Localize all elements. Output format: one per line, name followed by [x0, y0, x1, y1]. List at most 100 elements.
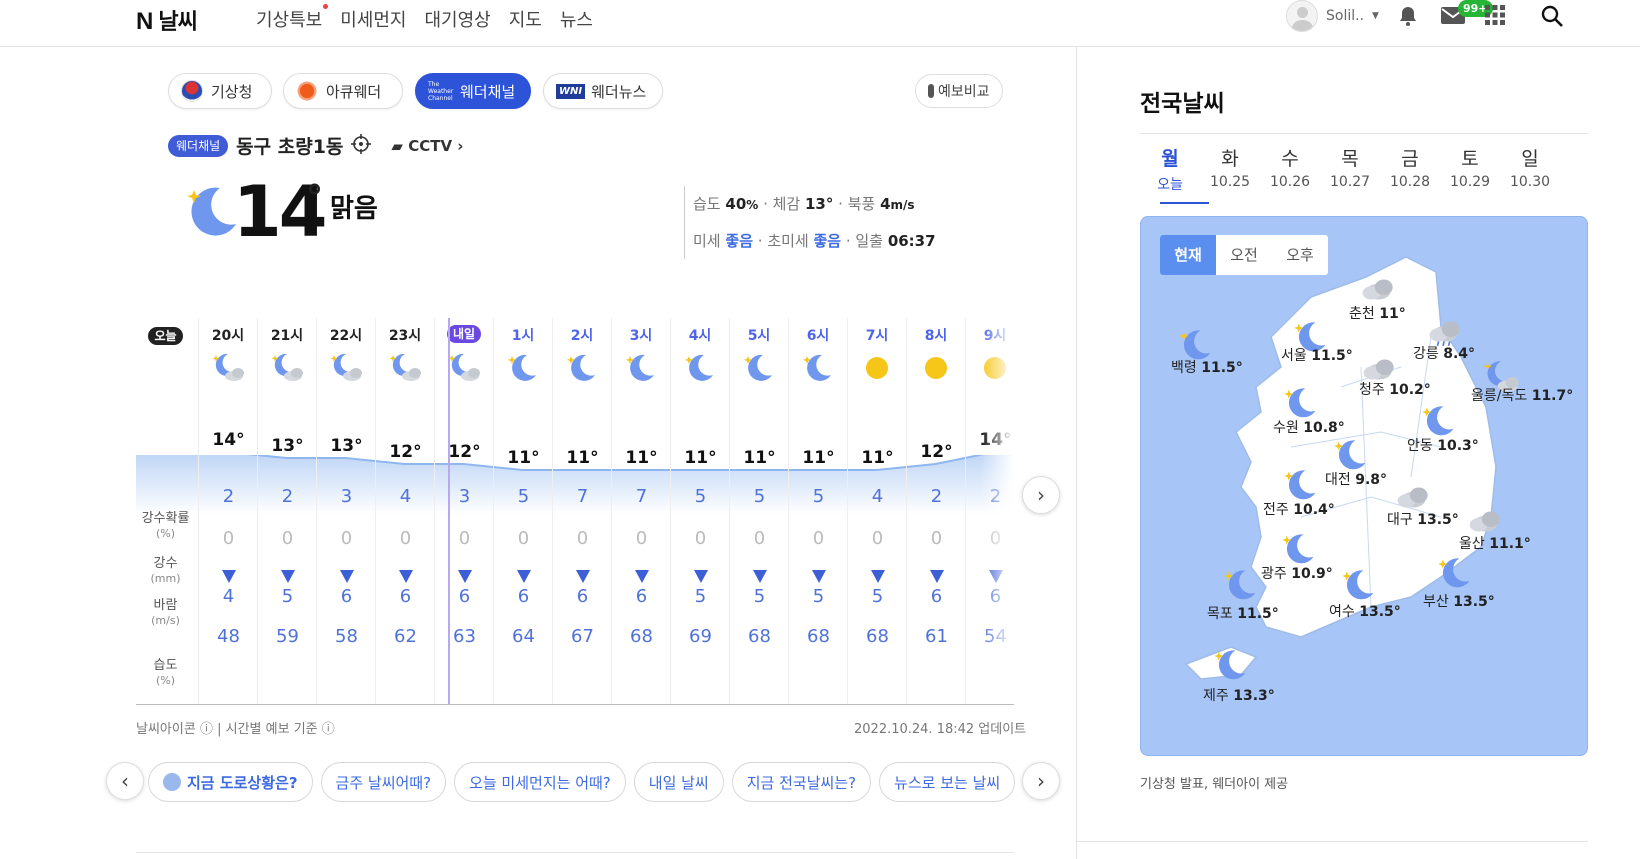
hour-label: 7시	[865, 328, 889, 344]
humidity-value: 68	[866, 626, 889, 647]
hourly-forecast-table[interactable]: 오늘 강수확률 (%) 강수 (mm) 바람 (m/s) 습도 (%) 20시 14° 2 0…	[136, 318, 1014, 704]
city-label[interactable]: 울산 11.1°	[1459, 533, 1531, 553]
chevron-right-icon: ›	[1037, 769, 1045, 793]
wind-direction-arrow-icon	[812, 570, 826, 583]
city-label[interactable]: 목포 11.5°	[1207, 603, 1279, 623]
hour-temperature: 11°	[861, 448, 894, 468]
humidity-value: 59	[276, 626, 299, 647]
city-label[interactable]: 서울 11.5°	[1281, 345, 1353, 365]
day-tab[interactable]: 수 10.26	[1260, 144, 1320, 194]
city-label[interactable]: 백령 11.5°	[1171, 357, 1243, 377]
chip-tomorrow[interactable]: 내일 날씨	[633, 762, 724, 802]
wind-value: 6	[458, 586, 471, 607]
moon-icon	[623, 350, 659, 386]
tab-morning[interactable]: 오전	[1216, 235, 1272, 275]
hourly-next-button[interactable]: ›	[1022, 476, 1060, 514]
hour-temperature: 11°	[566, 448, 599, 468]
chip-national[interactable]: 지금 전국날씨는?	[731, 762, 872, 802]
provider-kma-button[interactable]: 기상청	[168, 73, 272, 109]
wni-logo-icon: WNI	[556, 83, 586, 99]
city-label[interactable]: 울릉/독도 11.7°	[1471, 385, 1573, 405]
day-tab[interactable]: 토 10.29	[1440, 144, 1500, 194]
gps-target-icon[interactable]	[351, 133, 372, 158]
search-icon[interactable]	[1540, 4, 1564, 28]
precip-label: 강수 (mm)	[150, 556, 181, 585]
city-label[interactable]: 여수 13.5°	[1329, 601, 1401, 621]
tab-afternoon[interactable]: 오후	[1272, 235, 1328, 275]
city-label[interactable]: 전주 10.4°	[1263, 499, 1335, 519]
nav-item-map[interactable]: 지도	[509, 6, 542, 32]
chip-weekly-weather[interactable]: 금주 날씨어때?	[320, 762, 447, 802]
mail-icon[interactable]: 99+	[1440, 0, 1493, 28]
nav-item-special-report[interactable]: 기상특보	[256, 4, 329, 32]
precip-value: 0	[576, 528, 589, 549]
forecast-compare-button[interactable]: 예보비교	[915, 74, 1003, 108]
chips-prev-button[interactable]: ‹	[106, 762, 144, 800]
sun-icon	[859, 350, 895, 386]
city-label[interactable]: 광주 10.9°	[1261, 563, 1333, 583]
sun-logo-icon	[296, 80, 318, 102]
precip-value: 0	[753, 528, 766, 549]
hour-column: 2시 11° 7 0 6 67	[552, 318, 611, 704]
moon-icon	[564, 350, 600, 386]
provider-label: 웨더채널	[460, 82, 516, 101]
tab-now[interactable]: 현재	[1160, 235, 1216, 275]
city-label[interactable]: 강릉 8.4°	[1413, 343, 1475, 363]
hour-temperature: 11°	[743, 448, 776, 468]
city-label[interactable]: 청주 10.2°	[1359, 379, 1431, 399]
chips-next-button[interactable]: ›	[1022, 762, 1060, 800]
city-label[interactable]: 수원 10.8°	[1273, 417, 1345, 437]
chip-fine-dust[interactable]: 오늘 미세먼지는 어때?	[454, 762, 626, 802]
info-icon[interactable]: ⓘ	[322, 722, 335, 737]
moon-icon	[682, 350, 718, 386]
day-tab[interactable]: 금 10.28	[1380, 144, 1440, 194]
location-name[interactable]: 동구 초량1동	[236, 132, 343, 159]
chip-road-status[interactable]: 지금 도로상황은?	[148, 762, 313, 802]
naver-weather-logo[interactable]: N 날씨	[136, 4, 198, 36]
provider-weatherchannel-button[interactable]: The Weather Channel 웨더채널	[415, 73, 531, 109]
day-tab[interactable]: 일 10.30	[1500, 144, 1560, 194]
wind-direction-arrow-icon	[871, 570, 885, 583]
hour-label: 1시	[511, 328, 535, 344]
hour-column: 5시 11° 5 0 5 68	[729, 318, 788, 704]
bell-icon[interactable]	[1396, 4, 1420, 28]
provider-weathernews-button[interactable]: WNI 웨더뉴스	[543, 73, 663, 109]
hour-label: 4시	[688, 328, 712, 344]
city-label[interactable]: 대전 9.8°	[1325, 469, 1387, 489]
precip-prob-value: 2	[281, 486, 294, 507]
nav-item-news[interactable]: 뉴스	[560, 6, 593, 32]
wind-direction-arrow-icon	[930, 570, 944, 583]
hour-column: 4시 11° 5 0 5 69	[670, 318, 729, 704]
hour-temperature: 12°	[389, 442, 422, 462]
day-tab[interactable]: 월 오늘	[1140, 144, 1200, 194]
degree-symbol: °	[306, 178, 323, 218]
user-menu[interactable]: Solil.. ▼	[1286, 0, 1379, 32]
basis-link[interactable]: 시간별 예보 기준	[226, 722, 318, 737]
hour-column: 21시 13° 2 0 5 59	[257, 318, 316, 704]
chip-news-weather[interactable]: 뉴스로 보는 날씨	[879, 762, 1016, 802]
icon-info-link[interactable]: 날씨아이콘	[136, 722, 196, 737]
apps-grid-icon[interactable]	[1484, 4, 1508, 28]
city-label[interactable]: 부산 13.5°	[1423, 591, 1495, 611]
nav-item-fine-dust[interactable]: 미세먼지	[340, 6, 406, 32]
hour-temperature: 11°	[684, 448, 717, 468]
city-label[interactable]: 안동 10.3°	[1407, 435, 1479, 455]
city-label[interactable]: 대구 13.5°	[1387, 509, 1459, 529]
cctv-link[interactable]: ▰ CCTV ›	[391, 137, 463, 155]
hour-column: 8시 12° 2 0 6 61	[906, 318, 965, 704]
national-weather-map[interactable]: 현재 오전 오후 춘천 11° 백령 11.5° 서울 11.5° 강릉 8.4° 청주…	[1140, 216, 1588, 756]
info-icon[interactable]: ⓘ	[200, 722, 213, 737]
moon-cloud-icon	[328, 350, 364, 386]
provider-accuweather-button[interactable]: 아큐웨더	[283, 73, 403, 109]
precip-value: 0	[458, 528, 471, 549]
day-tab[interactable]: 목 10.27	[1320, 144, 1380, 194]
provider-label: 아큐웨더	[326, 82, 382, 101]
wind-direction-arrow-icon	[399, 570, 413, 583]
city-label[interactable]: 제주 13.3°	[1203, 685, 1275, 705]
nav-item-air-video[interactable]: 대기영상	[425, 6, 491, 32]
city-label[interactable]: 춘천 11°	[1349, 303, 1406, 323]
day-tab[interactable]: 화 10.25	[1200, 144, 1260, 194]
kma-flag-icon	[181, 80, 203, 102]
hour-label: 21시	[270, 328, 304, 344]
humidity-value: 68	[630, 626, 653, 647]
